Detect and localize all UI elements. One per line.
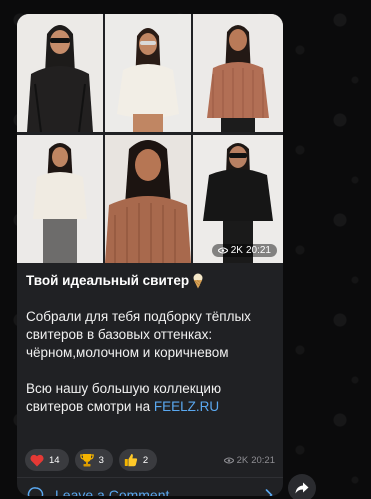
photo-5[interactable] <box>105 135 191 263</box>
post-paragraph-1: Собрали для тебя подборку тёплых свитеро… <box>26 309 251 360</box>
reactions-bar: 14 3 2 <box>25 449 158 471</box>
photo-2[interactable] <box>105 14 191 132</box>
comment-bubble-icon <box>27 487 44 496</box>
photo-views-overlay: 2K 20:21 <box>211 244 277 257</box>
reaction-count: 14 <box>49 454 60 466</box>
post-title: Твой идеальный свитер <box>26 272 278 290</box>
feelz-link[interactable]: FEELZ.RU <box>154 399 219 414</box>
photo-3[interactable] <box>193 14 283 132</box>
reaction-thumbs-up[interactable]: 2 <box>118 449 158 471</box>
share-arrow-icon <box>295 482 309 494</box>
trophy-icon <box>79 454 94 467</box>
chevron-right-icon <box>265 489 273 496</box>
reaction-count: 2 <box>142 454 149 466</box>
photo-album: 2K 20:21 <box>17 14 283 264</box>
channel-post-bubble: 2K 20:21 Твой идеальный свитер Собрали д… <box>17 14 283 496</box>
divider <box>17 477 283 478</box>
reaction-trophy[interactable]: 3 <box>74 449 113 471</box>
photo-time: 20:21 <box>245 245 271 256</box>
share-button[interactable] <box>288 474 316 499</box>
post-time: 20:21 <box>251 455 275 466</box>
thumbs-up-icon <box>124 454 137 467</box>
post-text: Твой идеальный свитер Собрали для тебя п… <box>26 272 278 416</box>
eye-icon <box>217 247 228 254</box>
views-count: 2K <box>236 455 249 466</box>
photo-1[interactable] <box>17 14 103 132</box>
leave-comment-button[interactable]: Leave a Comment <box>27 486 273 496</box>
leave-comment-label: Leave a Comment <box>55 487 170 496</box>
photo-4[interactable] <box>17 135 103 263</box>
eye-icon <box>223 457 234 464</box>
post-paragraph-2: Всю нашу большую коллекцию свитеров смот… <box>26 380 278 416</box>
photo-views-count: 2K <box>230 245 243 256</box>
heart-icon <box>30 454 44 466</box>
reaction-count: 3 <box>98 454 104 466</box>
post-meta: 2K 20:21 <box>223 455 275 466</box>
ice-cream-icon <box>193 273 203 289</box>
reaction-heart[interactable]: 14 <box>25 449 69 471</box>
post-title-text: Твой идеальный свитер <box>26 273 190 288</box>
post-body: Собрали для тебя подборку тёплых свитеро… <box>26 308 278 416</box>
photo-6[interactable]: 2K 20:21 <box>193 135 283 263</box>
